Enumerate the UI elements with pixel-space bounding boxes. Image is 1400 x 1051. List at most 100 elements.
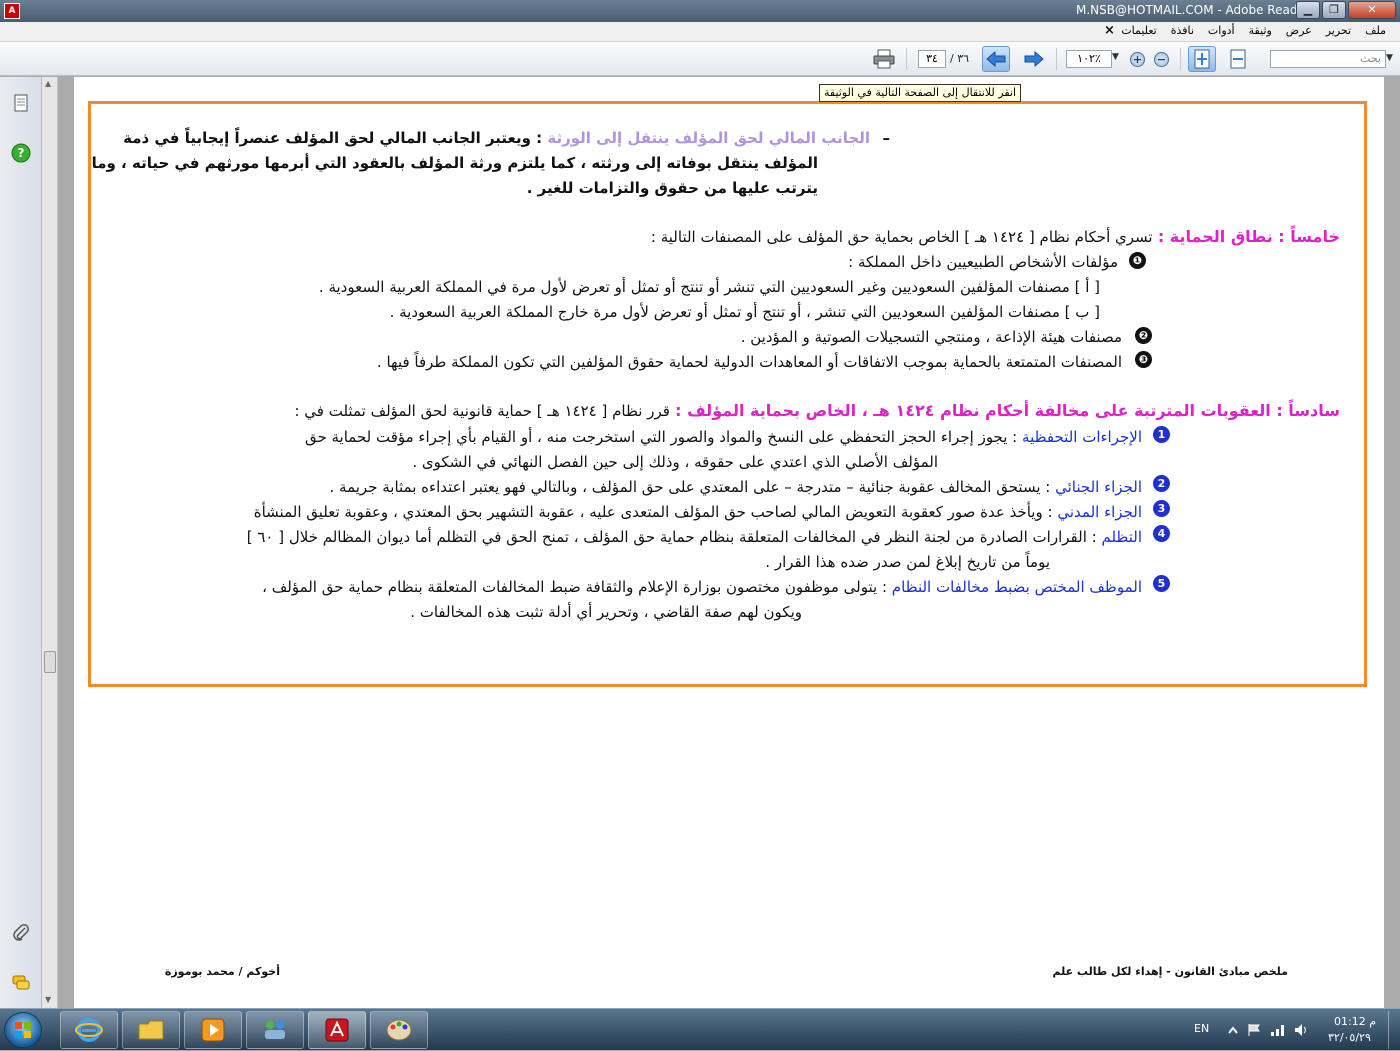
fit-width-button[interactable] [1224,46,1252,72]
windows-logo-icon [15,1022,31,1038]
search-dropdown-icon[interactable]: ▼ [1386,53,1393,63]
help-icon[interactable]: ? [11,143,31,163]
section6-item1: الإجراءات التحفظية : يجوز إجراء الحجز ال… [305,428,1142,446]
bullet-3: ❸ [1135,351,1152,368]
section6-intro: قرر نظام [ ١٤٢٤ هـ ] حماية قانونية لحق ا… [294,402,670,420]
section6-item1-cont: المؤلف الأصلي الذي اعتدي على حقوقه ، وذل… [412,453,938,471]
p1-dash: – [882,129,891,147]
page-total-label: / ٣٦ [950,52,970,65]
clock-time[interactable]: 01:12 م [1334,1015,1376,1028]
section6-item4-cont: يوماً من تاريخ إبلاغ لمن صدر ضده هذا الق… [765,553,1050,571]
scroll-down-icon[interactable]: ▼ [45,995,51,1004]
vertical-scrollbar[interactable]: ▲ ▼ [42,77,58,1008]
menu-items: ملف تحرير عرض وثيقة أدوات نافذة تعليمات [1121,24,1386,37]
section6-item4: التظلم : القرارات الصادرة من لجنة النظر … [247,528,1142,546]
palette-icon [386,1019,412,1041]
maximize-button[interactable]: ❐ [1322,1,1346,19]
close-button[interactable]: ✕ [1348,1,1396,19]
title-bar: A M.NSB@HOTMAIL.COM - Adobe Reader ▁ ❐ ✕ [0,0,1400,22]
adobe-reader-icon: A [4,3,20,19]
comments-icon[interactable] [11,973,31,993]
page-footer-right: ملخص مبادئ القانون - إهداء لكل طالب علم [1052,965,1288,978]
network-icon[interactable] [1270,1023,1286,1037]
arrow-left-icon [986,50,1006,68]
p1-line1: الجانب المالي لحق المؤلف ينتقل إلى الورث… [123,129,870,147]
section6-item3-text: : ويأخذ عدة صور كعقوبة التعويض المالي لص… [253,503,1053,521]
menu-file[interactable]: ملف [1365,24,1386,37]
previous-page-button[interactable] [982,46,1010,72]
section5-item2: مصنفات هيئة الإذاعة ، ومنتجي التسجيلات ا… [740,328,1122,346]
section6-item3-label: الجزاء المدني [1057,503,1142,521]
action-center-flag-icon[interactable] [1246,1023,1262,1037]
section5-item1b: [ ب ] مصنفات المؤلفين السعوديين التي تنش… [389,303,1100,321]
section5-intro: تسري أحكام نظام [ ١٤٢٤ هـ ] الخاص بحماية… [650,228,1153,246]
taskbar-network-app[interactable] [246,1011,304,1049]
zoom-in-button[interactable]: + [1130,52,1145,67]
tray-arrow-icon[interactable] [1226,1024,1240,1038]
minimize-button[interactable]: ▁ [1296,1,1320,19]
taskbar-media-player[interactable] [184,1011,242,1049]
scrollbar-thumb[interactable] [44,651,56,673]
page-number-input[interactable]: ٣٤ [918,50,946,68]
fit-page-button[interactable] [1188,46,1216,72]
p1-title: الجانب المالي لحق المؤلف ينتقل إلى الورث… [547,129,870,147]
clock-date[interactable]: ٣٢/٠٥/٢٩ [1328,1031,1371,1044]
toolbar: ٣٤ / ٣٦ ١٠٢٪ ▼ + − بحث ▼ [0,42,1400,76]
taskbar-paint[interactable] [370,1011,428,1049]
menu-document[interactable]: وثيقة [1249,24,1272,37]
pages-icon[interactable] [11,93,31,113]
section6-item2: الجزاء الجنائي : يستحق المخالف عقوبة جنا… [330,478,1143,496]
section5-item1: مؤلفات الأشخاص الطبيعيين داخل المملكة : [848,253,1118,271]
section5-title: خامساً : نطاق الحماية : [1157,227,1340,246]
zoom-dropdown-icon[interactable]: ▼ [1112,52,1119,62]
adobe-reader-icon [325,1018,349,1042]
toolbar-separator [1180,48,1181,70]
zoom-input[interactable]: ١٠٢٪ [1066,50,1112,68]
section6-item5-label: الموظف المختص بضبط مخالفات النظام [891,578,1142,596]
section6-item5-cont: ويكون لهم صفة القاضي ، وتحرير أي أدلة تث… [410,603,802,621]
menu-view[interactable]: عرض [1286,24,1312,37]
navigation-pane: ? [0,77,42,1008]
start-button[interactable] [4,1012,42,1048]
section6-item2-label: الجزاء الجنائي [1055,478,1142,496]
taskbar-internet-explorer[interactable] [60,1011,118,1049]
show-desktop-button[interactable] [1388,1011,1398,1049]
section6-item5-text: : يتولى موظفون مختصون بوزارة الإعلام وال… [262,578,888,596]
p1-line2: المؤلف ينتقل بوفاته إلى ورثته ، كما يلتز… [91,154,818,172]
section6-item5: الموظف المختص بضبط مخالفات النظام : يتول… [262,578,1142,596]
next-page-button[interactable] [1020,46,1048,72]
number-badge-1: 1 [1153,426,1170,443]
people-icon [265,1021,285,1039]
section5-item1a: [ أ ] مصنفات المؤلفين السعوديين وغير الس… [318,278,1100,296]
volume-icon[interactable] [1294,1023,1310,1037]
section6-item2-text: : يستحق المخالف عقوبة جنائية – متدرجة – … [329,478,1051,496]
section6-item4-text: : القرارات الصادرة من لجنة النظر في المخ… [246,528,1097,546]
section6-item4-label: التظلم [1101,528,1142,546]
print-button[interactable] [870,46,898,72]
internet-explorer-icon [75,1018,103,1042]
menu-help[interactable]: تعليمات [1121,24,1156,37]
zoom-out-button[interactable]: − [1154,52,1169,67]
taskbar-file-explorer[interactable] [122,1011,180,1049]
menu-window[interactable]: نافذة [1171,24,1194,37]
p1-line1-text: : ويعتبر الجانب المالي لحق المؤلف عنصراً… [123,129,543,147]
menu-edit[interactable]: تحرير [1326,24,1351,37]
fit-width-icon [1230,49,1246,69]
section6-line: سادساً : العقوبات المترتبة على مخالفة أح… [294,401,1340,420]
folder-icon [138,1020,164,1040]
section5-item3: المصنفات المتمتعة بالحماية بموجب الاتفاق… [376,353,1122,371]
printer-icon [873,49,895,69]
next-page-tooltip: انقر للانتقال إلى الصفحة التالية في الوث… [819,84,1022,102]
section5-line: خامساً : نطاق الحماية : تسري أحكام نظام … [651,227,1340,246]
language-indicator[interactable]: EN [1194,1022,1209,1035]
document-close-icon[interactable]: × [1104,23,1115,38]
bullet-2: ❷ [1135,327,1152,344]
taskbar-adobe-reader[interactable] [308,1011,366,1049]
fit-page-icon [1194,49,1210,69]
menu-tools[interactable]: أدوات [1208,24,1235,37]
search-input[interactable]: بحث [1270,50,1386,68]
section6-item1-label: الإجراءات التحفظية [1022,428,1142,446]
scroll-up-icon[interactable]: ▲ [45,79,51,88]
number-badge-4: 4 [1153,525,1170,542]
attachment-icon[interactable] [11,923,31,943]
